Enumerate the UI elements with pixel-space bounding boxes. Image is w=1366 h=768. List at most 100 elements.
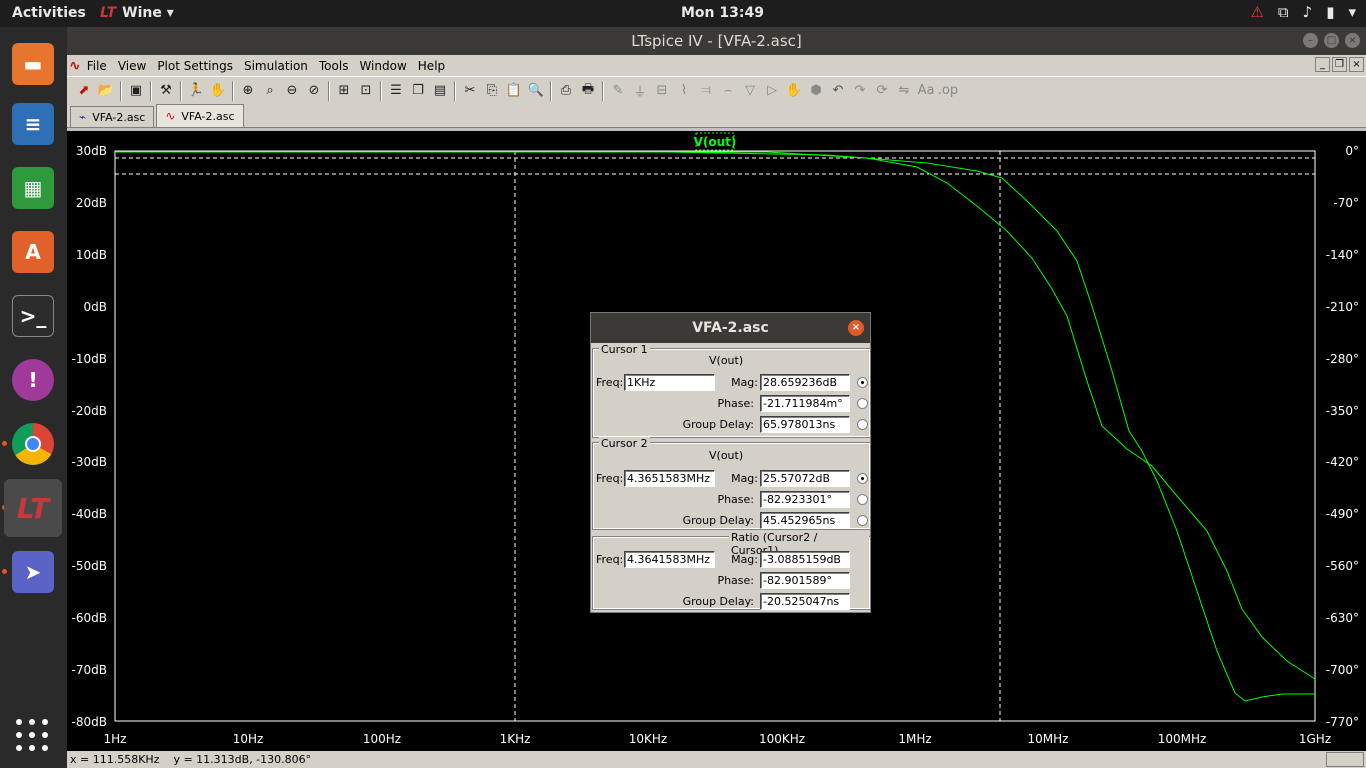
battery-icon[interactable]: ▮ [1326,3,1334,21]
text-icon[interactable]: Aa [915,80,937,102]
cursor-1-group-delay-field[interactable]: 65.978013ns [760,416,850,433]
cursor-1-mag-field[interactable]: 28.659236dB [760,374,850,391]
close-icon[interactable]: × [848,320,864,336]
print-setup-icon[interactable]: ⎙ [555,80,577,102]
dock-chrome[interactable] [8,419,58,469]
component-icon[interactable]: ▷ [761,80,783,102]
cursor-1-phase-radio[interactable] [857,398,868,409]
resistor-icon[interactable]: ⌇ [673,80,695,102]
toolbar-separator [232,80,234,101]
maximize-icon[interactable]: □ [1324,33,1339,48]
trace-label[interactable]: V(out) [694,135,737,149]
menu-simulation[interactable]: Simulation [244,59,308,73]
print-icon[interactable]: 🖶 [577,80,599,102]
move-icon[interactable]: ✋ [783,80,805,102]
cursor-1-mag-radio[interactable] [857,377,868,388]
menu-plot-settings[interactable]: Plot Settings [157,59,233,73]
cursor-2-phase-field[interactable]: -82.923301° [760,491,850,508]
zoom-out-icon[interactable]: ⊖ [281,80,303,102]
zoom-fit-icon[interactable]: ⊘ [303,80,325,102]
dock-screenshot[interactable]: ➤ [8,547,58,597]
menu-view[interactable]: View [118,59,146,73]
dock-calc[interactable]: ▦ [8,163,58,213]
minimize-icon[interactable]: – [1303,33,1318,48]
menu-tools[interactable]: Tools [319,59,349,73]
close-icon[interactable]: × [1345,33,1360,48]
mdi-close-icon[interactable]: × [1349,57,1364,72]
drag-icon[interactable]: ⬢ [805,80,827,102]
mdi-restore-icon[interactable]: ❐ [1332,57,1347,72]
mirror-icon[interactable]: ⇋ [893,80,915,102]
cursor-1-group-delay-radio[interactable] [857,419,868,430]
copy-icon[interactable]: ⎘ [481,80,503,102]
dock-podcast[interactable]: ! [8,355,58,405]
halt-icon[interactable]: ✋ [207,80,229,102]
cursor-1-phase-field[interactable]: -21.711984m° [760,395,850,412]
pan-icon[interactable]: ⌕ [259,80,281,102]
cursor-2-mag-field[interactable]: 25.57072dB [760,470,850,487]
ratio-mag-field[interactable]: -3.0885159dB [760,551,850,568]
undo-icon[interactable]: ↶ [827,80,849,102]
group-delay-label: Group Delay: [682,418,754,431]
cut-icon[interactable]: ✂ [459,80,481,102]
dock-software[interactable]: A [8,227,58,277]
left-tick: -80dB [72,715,107,729]
cursor-2-mag-radio[interactable] [857,473,868,484]
window-titlebar[interactable]: LTspice IV - [VFA-2.asc] – □ × [67,27,1366,55]
warning-icon[interactable]: ⚠ [1250,3,1263,21]
inductor-icon[interactable]: ⌢ [717,80,739,102]
system-tray[interactable]: ⚠ ⧉ ♪ ▮ ▾ [1250,3,1356,21]
ratio-group-delay-field[interactable]: -20.525047ns [760,593,850,610]
rotate-icon[interactable]: ⟳ [871,80,893,102]
ground-icon[interactable]: ⏚ [629,80,651,102]
zoom-in-icon[interactable]: ⊕ [237,80,259,102]
run-icon[interactable]: 🏃 [185,80,207,102]
phase-label: Phase: [717,493,754,506]
ratio-freq-field[interactable]: 4.3641583MHz [624,551,715,568]
network-icon[interactable]: ⧉ [1278,3,1289,21]
cursor-1-freq-field[interactable]: 1KHz [624,374,715,391]
redo-icon[interactable]: ↷ [849,80,871,102]
cursor-2-freq-field[interactable]: 4.3651583MHz [624,470,715,487]
new-schematic-icon[interactable]: ⬈ [73,80,95,102]
cascade-icon[interactable]: ❐ [407,80,429,102]
menu-window[interactable]: Window [359,59,406,73]
tab-schematic[interactable]: ⌁ VFA-2.asc [70,106,155,127]
app-menu[interactable]: LT Wine ▾ [100,5,174,21]
label-net-icon[interactable]: ⊟ [651,80,673,102]
right-tick: -490° [1326,507,1359,521]
x-tick: 100KHz [759,732,805,746]
control-panel-icon[interactable]: ⚒ [155,80,177,102]
spice-directive-icon[interactable]: .op [937,80,959,102]
diode-icon[interactable]: ▽ [739,80,761,102]
wire-icon[interactable]: ✎ [607,80,629,102]
menu-help[interactable]: Help [418,59,445,73]
dock-ltspice[interactable]: LT [4,479,62,537]
dock-files[interactable]: ▬ [8,39,58,89]
cursor-2-group-delay-field[interactable]: 45.452965ns [760,512,850,529]
find-icon[interactable]: 🔍 [525,80,547,102]
menu-file[interactable]: File [87,59,107,73]
mdi-minimize-icon[interactable]: _ [1315,57,1330,72]
show-applications-icon[interactable] [16,719,50,753]
tab-waveform[interactable]: ∿ VFA-2.asc [156,104,244,127]
activities-button[interactable]: Activities [12,5,86,21]
tile-horizontal-icon[interactable]: ☰ [385,80,407,102]
cursor-2-group-delay-radio[interactable] [857,515,868,526]
dock-writer[interactable]: ≡ [8,99,58,149]
dialog-titlebar[interactable]: VFA-2.asc × [591,313,870,343]
ratio-phase-field[interactable]: -82.901589° [760,572,850,589]
paste-icon[interactable]: 📋 [503,80,525,102]
save-icon[interactable]: ▣ [125,80,147,102]
waveform-doc-icon[interactable]: ∿ [69,58,81,74]
cursor-2-phase-radio[interactable] [857,494,868,505]
tile-vertical-icon[interactable]: ▤ [429,80,451,102]
clock[interactable]: Mon 13:49 [681,5,764,21]
autorange-icon[interactable]: ⊞ [333,80,355,102]
chevron-down-icon[interactable]: ▾ [1348,3,1356,21]
volume-icon[interactable]: ♪ [1303,3,1313,21]
dock-terminal[interactable]: >_ [8,291,58,341]
probe-icon[interactable]: ⊡ [355,80,377,102]
open-icon[interactable]: 📂 [95,80,117,102]
capacitor-icon[interactable]: ⫤ [695,80,717,102]
